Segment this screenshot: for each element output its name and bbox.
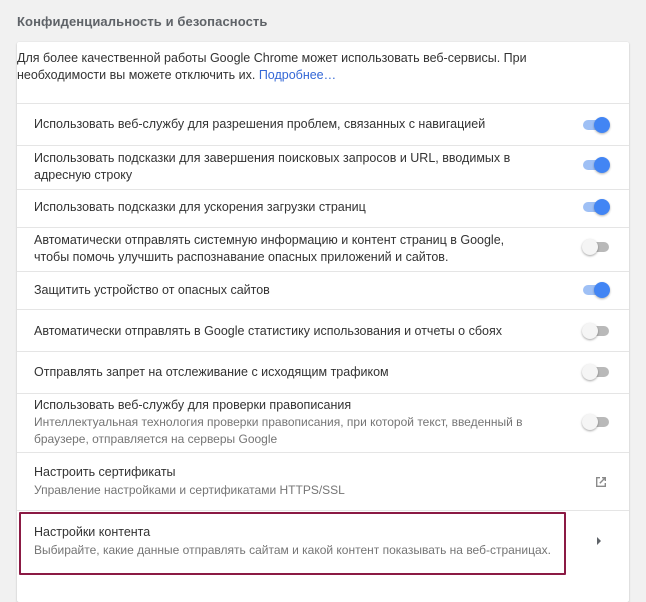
- certificates-label: Настроить сертификаты: [34, 465, 176, 479]
- setting-row-protect-device[interactable]: Защитить устройство от опасных сайтов: [17, 271, 629, 309]
- setting-row-safe-browsing-reports[interactable]: Автоматически отправлять системную инфор…: [17, 227, 629, 271]
- setting-label: Отправлять запрет на отслеживание с исхо…: [34, 365, 389, 379]
- intro-text: Для более качественной работы Google Chr…: [17, 50, 613, 84]
- setting-row-prefetch[interactable]: Использовать подсказки для ускорения заг…: [17, 189, 629, 227]
- setting-row-do-not-track[interactable]: Отправлять запрет на отслеживание с исхо…: [17, 351, 629, 393]
- setting-row-navigation-errors[interactable]: Использовать веб-службу для разрешения п…: [17, 103, 629, 145]
- toggle-switch[interactable]: [582, 239, 610, 255]
- toggle-switch[interactable]: [582, 199, 610, 215]
- setting-label: Использовать подсказки для ускорения заг…: [34, 200, 366, 214]
- setting-label: Использовать веб-службу для проверки пра…: [34, 398, 352, 412]
- setting-row-usage-statistics[interactable]: Автоматически отправлять в Google статис…: [17, 309, 629, 351]
- toggle-switch[interactable]: [582, 364, 610, 380]
- section-title: Конфиденциальность и безопасность: [17, 14, 268, 29]
- highlight-frame: [19, 512, 566, 575]
- setting-label: Использовать веб-службу для разрешения п…: [34, 117, 486, 131]
- setting-label: Использовать подсказки для завершения по…: [34, 151, 511, 182]
- toggle-switch[interactable]: [582, 282, 610, 298]
- chevron-right-icon[interactable]: [595, 536, 603, 546]
- external-link-icon[interactable]: [594, 475, 608, 489]
- setting-label: Автоматически отправлять системную инфор…: [34, 233, 505, 264]
- toggle-switch[interactable]: [582, 157, 610, 173]
- setting-row-spell-check[interactable]: Использовать веб-службу для проверки пра…: [17, 393, 629, 452]
- learn-more-link[interactable]: Подробнее…: [259, 68, 336, 82]
- certificates-description: Управление настройками и сертификатами H…: [34, 483, 345, 497]
- setting-label: Защитить устройство от опасных сайтов: [34, 283, 270, 297]
- toggle-switch[interactable]: [582, 414, 610, 430]
- toggle-switch[interactable]: [582, 323, 610, 339]
- toggle-switch[interactable]: [582, 117, 610, 133]
- setting-label: Автоматически отправлять в Google статис…: [34, 324, 502, 338]
- manage-certificates-row[interactable]: Настроить сертификаты Управление настрой…: [17, 452, 629, 510]
- setting-row-search-suggestions[interactable]: Использовать подсказки для завершения по…: [17, 145, 629, 189]
- setting-description: Интеллектуальная технология проверки пра…: [34, 415, 523, 446]
